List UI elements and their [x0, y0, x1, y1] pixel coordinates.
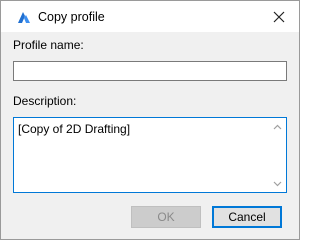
copy-profile-dialog: Copy profile Profile name: Description: …	[0, 0, 300, 240]
ok-button[interactable]: OK	[131, 206, 201, 228]
chevron-up-icon	[273, 124, 282, 129]
close-icon	[273, 11, 285, 23]
bricscad-logo-icon	[18, 12, 30, 23]
chevron-down-icon	[273, 181, 282, 186]
profile-name-input[interactable]	[13, 61, 287, 81]
description-scrollbar[interactable]	[269, 118, 286, 192]
profile-name-label: Profile name:	[13, 38, 84, 52]
cancel-button[interactable]: Cancel	[212, 206, 282, 228]
scroll-down-button[interactable]	[269, 175, 286, 192]
title-bar: Copy profile	[1, 1, 299, 32]
close-button[interactable]	[265, 5, 293, 29]
description-text: [Copy of 2D Drafting]	[18, 122, 131, 136]
description-label: Description:	[13, 94, 77, 108]
scroll-up-button[interactable]	[269, 118, 286, 135]
description-textarea[interactable]: [Copy of 2D Drafting]	[13, 117, 287, 193]
window-title: Copy profile	[38, 10, 105, 24]
